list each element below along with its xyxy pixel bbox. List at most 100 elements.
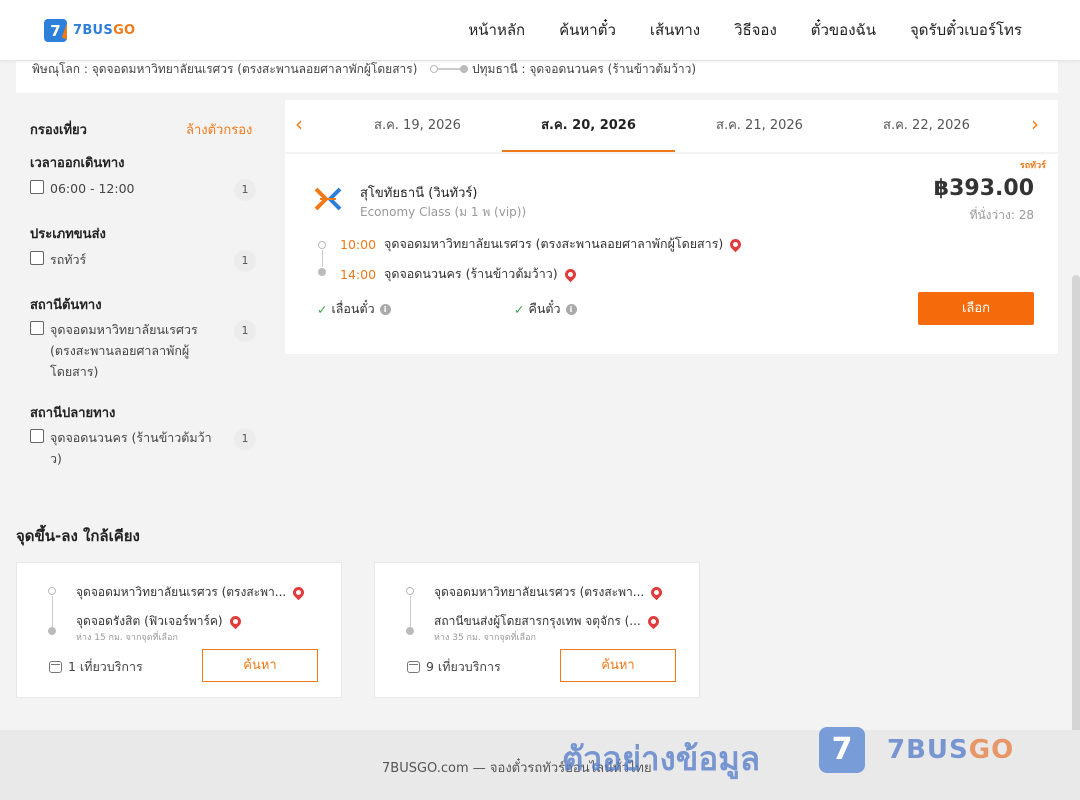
bus-icon (49, 661, 62, 673)
timeline-end-icon (48, 627, 56, 635)
nearby-section-title: จุดขึ้น-ลง ใกล้เคียง (16, 527, 140, 545)
filter-option-destination-station[interactable]: จุดจอดนวนคร (ร้านข้าวต้มว้าว) (30, 427, 218, 469)
filter-option-label: 06:00 - 12:00 (50, 181, 135, 196)
checkbox[interactable] (30, 180, 44, 194)
route-destination: ปทุมธานี : จุดจอดนวนคร (ร้านข้าวต้มว้าว) (472, 62, 697, 76)
timeline-end-icon (406, 627, 414, 635)
logo-mark-icon: 7 (44, 19, 67, 42)
nearby-trip-count: 9 เที่ยวบริการ (407, 657, 501, 677)
feature-label: เลื่อนตั๋ว (331, 301, 375, 316)
route-connector-icon (430, 65, 468, 73)
info-icon[interactable]: i (379, 303, 391, 315)
map-pin-icon[interactable] (728, 236, 744, 252)
checkmark-icon: ✓ (514, 301, 525, 317)
nearby-card: จุดจอดมหาวิทยาลัยนเรศวร (ตรงสะพา... จุดจ… (16, 562, 342, 698)
feature-refund: ✓ คืนตั๋ว i (514, 299, 577, 319)
filter-group-destination-station: สถานีปลายทาง (30, 406, 116, 421)
nearby-from: จุดจอดมหาวิทยาลัยนเรศวร (ตรงสะพา... (76, 583, 316, 602)
filter-count-badge: 1 (234, 250, 256, 272)
select-trip-button[interactable]: เลือก (918, 292, 1034, 325)
departure-time: 10:00 (340, 236, 377, 252)
timeline-line (51, 596, 53, 628)
operator-name: สุโขทัยธานี (วินทัวร์) (360, 186, 478, 201)
timeline-start-icon (48, 587, 56, 595)
clear-filters-link[interactable]: ล้างตัวกรอง (186, 119, 252, 140)
nearby-from: จุดจอดมหาวิทยาลัยนเรศวร (ตรงสะพา... (434, 583, 674, 602)
timeline-start-icon (318, 241, 326, 249)
arrival-time: 14:00 (340, 266, 377, 282)
info-icon[interactable]: i (565, 303, 577, 315)
filter-option-label: จุดจอดนวนคร (ร้านข้าวต้มว้าว) (50, 430, 212, 466)
page-scrollbar[interactable] (1072, 275, 1080, 775)
timeline-line (321, 250, 323, 267)
date-tab[interactable]: ส.ค. 21, 2026 (677, 100, 842, 152)
prev-date-chevron-icon[interactable]: ‹ (295, 112, 303, 136)
bus-icon (407, 661, 420, 673)
arrival-stop-name: จุดจอดนวนคร (ร้านข้าวต้มว้าว) (384, 266, 558, 281)
filter-group-origin-station: สถานีต้นทาง (30, 298, 102, 313)
nav-routes[interactable]: เส้นทาง (650, 18, 700, 42)
date-selector: ‹ ส.ค. 19, 2026 ส.ค. 20, 2026 ส.ค. 21, 2… (285, 100, 1058, 152)
nav-ticket-pickup[interactable]: จุดรับตั๋วเบอร์โทร (910, 18, 1022, 42)
nearby-search-button[interactable]: ค้นหา (202, 649, 318, 682)
ticket-price: ฿393.00 (933, 176, 1034, 201)
timeline-end-icon (318, 268, 326, 276)
site-logo[interactable]: 7 7BUSGO (44, 19, 135, 42)
map-pin-icon[interactable] (645, 613, 662, 630)
filter-group-transport-type: ประเภทขนส่ง (30, 227, 106, 242)
feature-reschedule: ✓ เลื่อนตั๋ว i (317, 299, 391, 319)
seats-available: ที่นั่งว่าง: 28 (969, 208, 1034, 222)
arrival-stop: 14:00 จุดจอดนวนคร (ร้านข้าวต้มว้าว) (340, 264, 578, 284)
date-tab[interactable]: ส.ค. 22, 2026 (844, 100, 1009, 152)
route-summary: พิษณุโลก : จุดจอดมหาวิทยาลัยนเรศวร (ตรงส… (16, 60, 1058, 93)
trip-card: รถทัวร์ สุโขทัยธานี (วินทัวร์) Economy C… (285, 154, 1058, 354)
filter-option-departure-time[interactable]: 06:00 - 12:00 (30, 178, 218, 199)
route-origin: พิษณุโลก : จุดจอดมหาวิทยาลัยนเรศวร (ตรงส… (32, 62, 418, 76)
filter-count-badge: 1 (234, 320, 256, 342)
filter-option-label: จุดจอดมหาวิทยาลัยนเรศวร (ตรงสะพานลอยศาลา… (50, 322, 198, 379)
filter-title: กรองเที่ยว (30, 123, 87, 138)
departure-stop-name: จุดจอดมหาวิทยาลัยนเรศวร (ตรงสะพานลอยศาลา… (384, 236, 724, 251)
checkbox[interactable] (30, 429, 44, 443)
nearby-trip-count: 1 เที่ยวบริการ (49, 657, 143, 677)
site-header: 7 7BUSGO หน้าหลัก ค้นหาตั๋ว เส้นทาง วิธี… (0, 0, 1080, 60)
watermark-logo-icon: 7 (819, 727, 865, 773)
nearby-distance: ห่าง 35 กม. จากจุดที่เลือก (434, 633, 536, 643)
date-tab[interactable]: ส.ค. 19, 2026 (335, 100, 500, 152)
map-pin-icon[interactable] (290, 584, 307, 601)
filter-option-transport-type[interactable]: รถทัวร์ (30, 249, 218, 270)
nearby-search-button[interactable]: ค้นหา (560, 649, 676, 682)
checkmark-icon: ✓ (317, 301, 328, 317)
nearby-to: สถานีขนส่งผู้โดยสารกรุงเทพ จตุจักร (... (434, 612, 674, 631)
sample-data-watermark: ตัวอย่างข้อมูล (562, 739, 761, 778)
filter-group-departure-time: เวลาออกเดินทาง (30, 156, 125, 171)
checkbox[interactable] (30, 321, 44, 335)
nav-my-tickets[interactable]: ตั๋วของฉัน (811, 18, 876, 42)
logo-text: 7BUSGO (73, 23, 136, 38)
next-date-chevron-icon[interactable]: › (1031, 112, 1039, 136)
nav-how-to-book[interactable]: วิธีจอง (734, 18, 777, 42)
watermark-brand: 7BUSGO (887, 735, 1015, 765)
nav-home[interactable]: หน้าหลัก (468, 18, 525, 42)
map-pin-icon[interactable] (227, 613, 243, 630)
nearby-distance: ห่าง 15 กม. จากจุดที่เลือก (76, 633, 178, 643)
feature-label: คืนตั๋ว (528, 301, 561, 316)
filter-count-badge: 1 (234, 428, 256, 450)
main-nav: หน้าหลัก ค้นหาตั๋ว เส้นทาง วิธีจอง ตั๋วข… (468, 0, 1022, 60)
filter-count-badge: 1 (234, 179, 256, 201)
seat-class: Economy Class (ม 1 พ (vip)) (360, 205, 527, 219)
nearby-to: จุดจอดรังสิต (ฟิวเจอร์พาร์ค) (76, 612, 316, 631)
operator-logo-icon (314, 187, 342, 211)
nav-search-tickets[interactable]: ค้นหาตั๋ว (559, 18, 616, 42)
departure-stop: 10:00 จุดจอดมหาวิทยาลัยนเรศวร (ตรงสะพานล… (340, 234, 744, 254)
nearby-card: จุดจอดมหาวิทยาลัยนเรศวร (ตรงสะพา... สถาน… (374, 562, 700, 698)
date-tab-active[interactable]: ส.ค. 20, 2026 (502, 100, 675, 152)
map-pin-icon[interactable] (648, 584, 665, 601)
filter-option-label: รถทัวร์ (50, 252, 87, 267)
timeline-start-icon (406, 587, 414, 595)
checkbox[interactable] (30, 251, 44, 265)
map-pin-icon[interactable] (562, 266, 578, 282)
timeline-line (409, 596, 411, 628)
filter-option-origin-station[interactable]: จุดจอดมหาวิทยาลัยนเรศวร (ตรงสะพานลอยศาลา… (30, 319, 218, 382)
vehicle-type-tag: รถทัวร์ (1019, 161, 1046, 171)
